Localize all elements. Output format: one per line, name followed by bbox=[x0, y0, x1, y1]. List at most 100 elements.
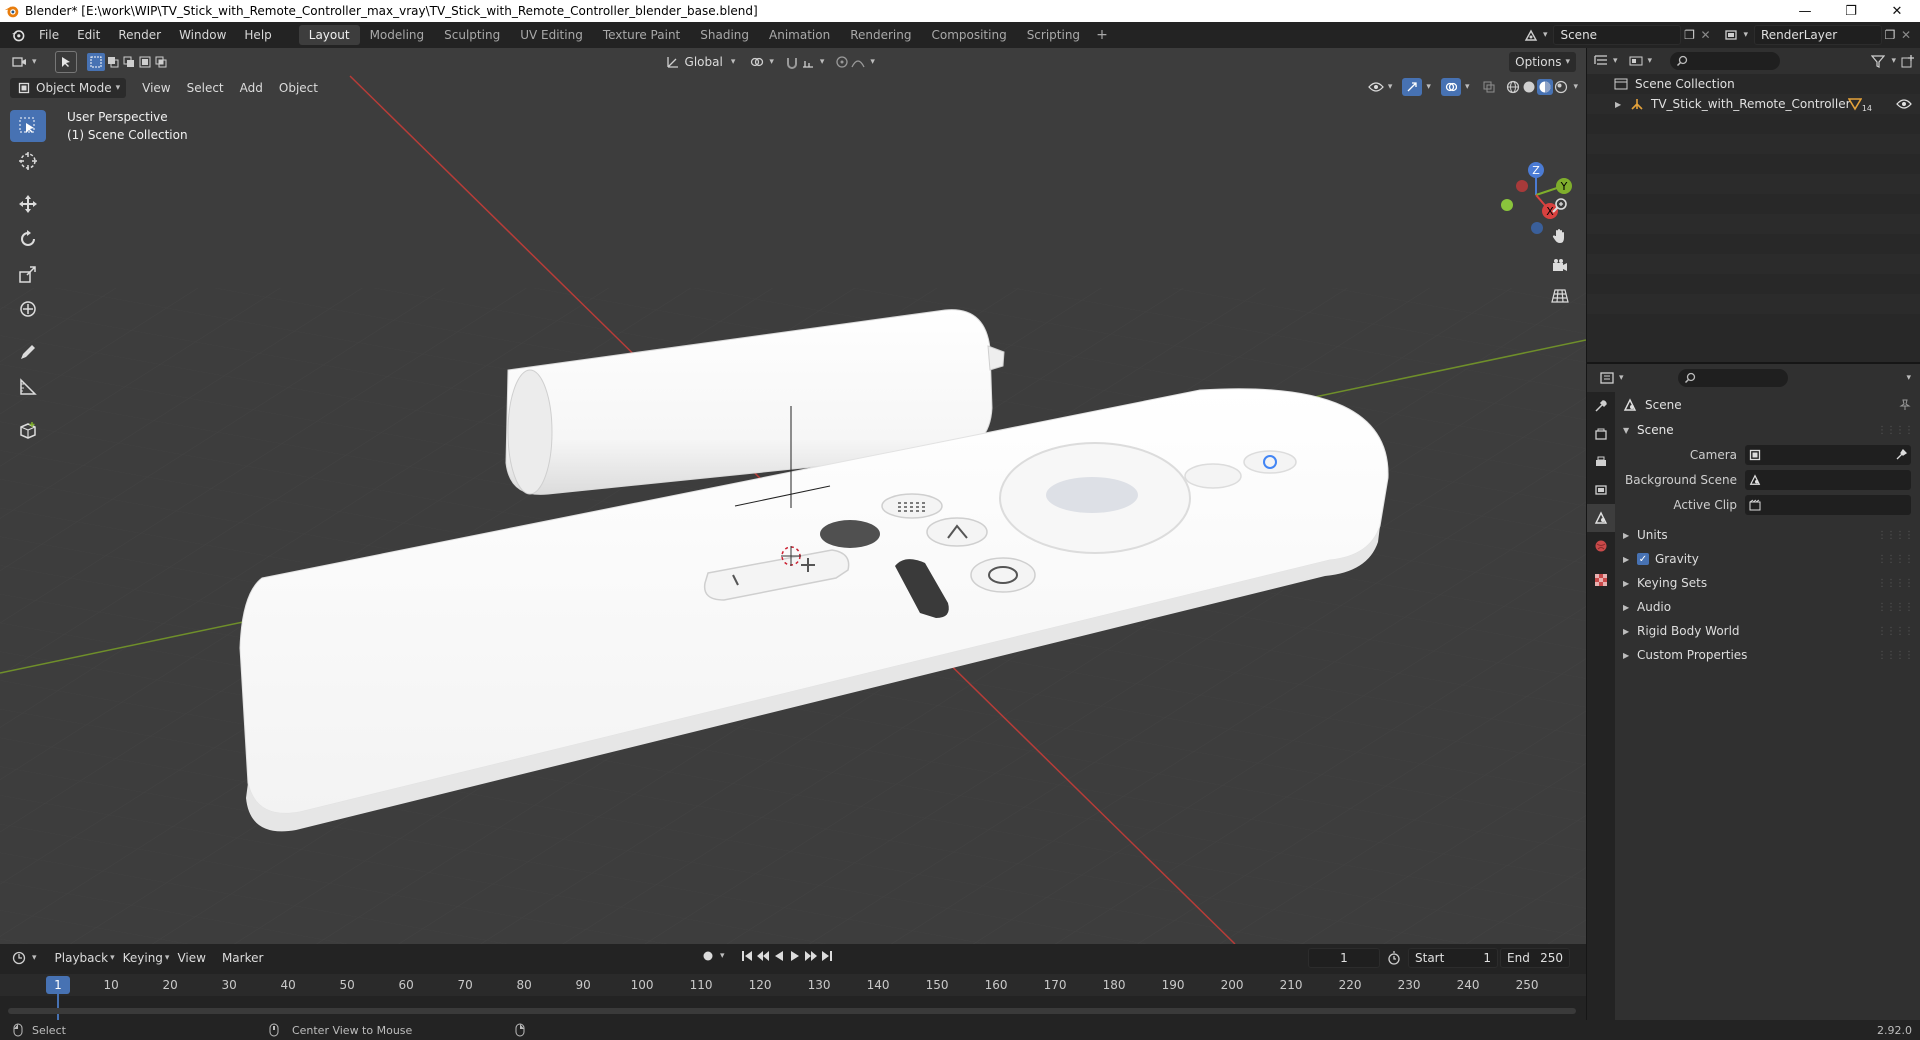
timeline-menu-view[interactable]: View bbox=[169, 951, 213, 965]
audio-panel-header[interactable]: ▶ Audio ⋮⋮⋮⋮ bbox=[1617, 595, 1920, 619]
select-box-tool[interactable] bbox=[10, 110, 46, 142]
snap-icon[interactable] bbox=[784, 54, 800, 70]
drag-grip-icon[interactable]: ⋮⋮⋮⋮ bbox=[1877, 530, 1914, 541]
delete-scene-icon[interactable]: ✕ bbox=[1697, 27, 1713, 43]
tab-world[interactable] bbox=[1587, 532, 1615, 560]
object-mode-dropdown[interactable]: Object Mode ▾ bbox=[10, 78, 127, 98]
drag-grip-icon[interactable]: ⋮⋮⋮⋮ bbox=[1877, 425, 1914, 436]
3d-viewport[interactable]: Z Y X ▾ Global ▾ ▾ ▾ ▾ Options ▾ Object … bbox=[0, 48, 1586, 944]
orthographic-toggle-button[interactable] bbox=[1546, 282, 1574, 310]
options-dropdown[interactable]: Options ▾ bbox=[1509, 52, 1576, 72]
filter-icon[interactable] bbox=[1870, 53, 1886, 69]
jump-keyframe-forward-icon[interactable] bbox=[803, 948, 819, 964]
select-invert-icon[interactable] bbox=[137, 54, 153, 70]
drag-grip-icon[interactable]: ⋮⋮⋮⋮ bbox=[1877, 602, 1914, 613]
viewport-menu-select[interactable]: Select bbox=[179, 81, 232, 95]
viewport-menu-object[interactable]: Object bbox=[271, 81, 326, 95]
viewport-menu-view[interactable]: View bbox=[134, 81, 178, 95]
tab-scene[interactable] bbox=[1587, 504, 1615, 532]
editor-type-icon[interactable] bbox=[12, 54, 28, 70]
play-icon[interactable] bbox=[787, 948, 803, 964]
outliner-scene-collection[interactable]: Scene Collection bbox=[1587, 74, 1920, 94]
zoom-view-button[interactable] bbox=[1546, 192, 1574, 220]
rendered-shading-icon[interactable] bbox=[1553, 79, 1569, 95]
tab-texture[interactable] bbox=[1587, 566, 1615, 594]
jump-start-icon[interactable] bbox=[739, 948, 755, 964]
tab-view-layer[interactable] bbox=[1587, 476, 1615, 504]
tab-animation[interactable]: Animation bbox=[759, 25, 840, 45]
rotate-tool[interactable] bbox=[10, 223, 46, 255]
close-button[interactable]: ✕ bbox=[1874, 0, 1920, 22]
timeline-menu-marker[interactable]: Marker bbox=[214, 951, 271, 965]
annotate-tool[interactable] bbox=[10, 336, 46, 368]
display-mode-icon[interactable] bbox=[1628, 53, 1644, 69]
timeline-editor-type-icon[interactable] bbox=[12, 950, 28, 966]
tab-sculpting[interactable]: Sculpting bbox=[434, 25, 510, 45]
timeline-menu-playback[interactable]: Playback bbox=[47, 951, 117, 965]
scene-browse-icon[interactable] bbox=[1523, 27, 1539, 43]
camera-field[interactable] bbox=[1745, 444, 1911, 465]
restore-button[interactable]: ❐ bbox=[1828, 0, 1874, 22]
pivot-point-icon[interactable] bbox=[749, 54, 765, 70]
select-subtract-icon[interactable] bbox=[121, 54, 137, 70]
drag-grip-icon[interactable]: ⋮⋮⋮⋮ bbox=[1877, 626, 1914, 637]
expand-arrow-icon[interactable]: ▶ bbox=[1615, 100, 1629, 109]
falloff-icon[interactable] bbox=[850, 54, 866, 70]
background-scene-field[interactable] bbox=[1745, 469, 1911, 490]
timeline-ruler[interactable]: 1102030405060708090100110120130140150160… bbox=[0, 974, 1586, 1024]
stopwatch-icon[interactable] bbox=[1386, 950, 1402, 966]
tab-rendering[interactable]: Rendering bbox=[840, 25, 921, 45]
tab-scripting[interactable]: Scripting bbox=[1017, 25, 1090, 45]
material-preview-shading-icon[interactable] bbox=[1537, 79, 1554, 95]
properties-search-input[interactable] bbox=[1677, 369, 1788, 387]
outliner-editor-type-icon[interactable] bbox=[1593, 53, 1609, 69]
rigid-body-world-panel-header[interactable]: ▶ Rigid Body World ⋮⋮⋮⋮ bbox=[1617, 619, 1920, 643]
blender-menu-icon[interactable] bbox=[6, 25, 30, 45]
tab-layout[interactable]: Layout bbox=[298, 25, 360, 45]
tab-modeling[interactable]: Modeling bbox=[360, 25, 435, 45]
timeline-menu-keying[interactable]: Keying bbox=[115, 951, 171, 965]
custom-properties-panel-header[interactable]: ▶ Custom Properties ⋮⋮⋮⋮ bbox=[1617, 643, 1920, 667]
camera-view-button[interactable] bbox=[1546, 252, 1574, 280]
tab-uv-editing[interactable]: UV Editing bbox=[510, 25, 593, 45]
keying-sets-panel-header[interactable]: ▶ Keying Sets ⋮⋮⋮⋮ bbox=[1617, 571, 1920, 595]
scene-panel-header[interactable]: ▼ Scene ⋮⋮⋮⋮ bbox=[1617, 418, 1920, 442]
new-scene-icon[interactable]: ❐ bbox=[1681, 27, 1697, 43]
start-frame-field[interactable]: Start 1 bbox=[1408, 948, 1498, 968]
playhead-frame-indicator[interactable]: 1 bbox=[46, 976, 70, 994]
solid-shading-icon[interactable] bbox=[1521, 79, 1537, 95]
render-layer-field[interactable]: RenderLayer bbox=[1754, 25, 1882, 45]
view-layer-browse-icon[interactable] bbox=[1723, 27, 1739, 43]
select-extend-icon[interactable] bbox=[105, 54, 121, 70]
gravity-panel-header[interactable]: ▶ ✓ Gravity ⋮⋮⋮⋮ bbox=[1617, 547, 1920, 571]
xray-toggle-icon[interactable] bbox=[1481, 79, 1497, 95]
cursor-tool[interactable] bbox=[10, 145, 46, 177]
transform-tool[interactable] bbox=[10, 293, 46, 325]
visibility-eye-icon[interactable] bbox=[1368, 79, 1384, 95]
minimize-button[interactable]: — bbox=[1782, 0, 1828, 22]
proportional-editing-icon[interactable] bbox=[834, 54, 850, 70]
jump-keyframe-back-icon[interactable] bbox=[755, 948, 771, 964]
drag-grip-icon[interactable]: ⋮⋮⋮⋮ bbox=[1877, 650, 1914, 661]
tab-shading[interactable]: Shading bbox=[690, 25, 759, 45]
menu-help[interactable]: Help bbox=[235, 22, 280, 48]
tab-render[interactable] bbox=[1587, 420, 1615, 448]
select-intersect-icon[interactable] bbox=[153, 54, 169, 70]
overlays-toggle-icon[interactable] bbox=[1440, 78, 1461, 96]
menu-file[interactable]: File bbox=[30, 22, 68, 48]
menu-window[interactable]: Window bbox=[170, 22, 235, 48]
active-clip-field[interactable] bbox=[1745, 494, 1911, 515]
new-view-layer-icon[interactable]: ❐ bbox=[1882, 27, 1898, 43]
drag-grip-icon[interactable]: ⋮⋮⋮⋮ bbox=[1877, 578, 1914, 589]
hide-in-viewport-eye-icon[interactable] bbox=[1896, 96, 1912, 112]
end-frame-field[interactable]: End 250 bbox=[1500, 948, 1570, 968]
tab-texture-paint[interactable]: Texture Paint bbox=[593, 25, 690, 45]
jump-end-icon[interactable] bbox=[819, 948, 835, 964]
add-cube-tool[interactable] bbox=[10, 414, 46, 446]
tab-tool[interactable] bbox=[1587, 392, 1615, 420]
menu-edit[interactable]: Edit bbox=[68, 22, 109, 48]
snap-target-icon[interactable] bbox=[800, 54, 816, 70]
outliner-item-tv-stick[interactable]: ▶ TV_Stick_with_Remote_Controller 14 bbox=[1587, 94, 1920, 114]
units-panel-header[interactable]: ▶ Units ⋮⋮⋮⋮ bbox=[1617, 523, 1920, 547]
auto-keying-record-icon[interactable] bbox=[700, 948, 716, 964]
